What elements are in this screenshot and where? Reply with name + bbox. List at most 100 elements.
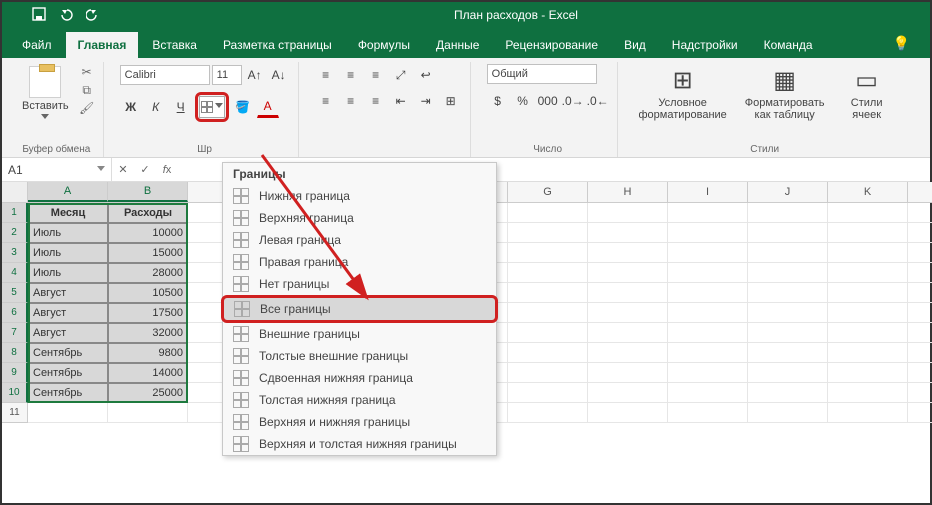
- cell[interactable]: [588, 403, 668, 423]
- cell[interactable]: [668, 303, 748, 323]
- cell[interactable]: 10000: [108, 223, 188, 243]
- cell[interactable]: [748, 303, 828, 323]
- border-menu-item[interactable]: Толстая нижняя граница: [223, 389, 496, 411]
- cell[interactable]: 15000: [108, 243, 188, 263]
- tab-layout[interactable]: Разметка страницы: [211, 32, 344, 58]
- row-header[interactable]: 6: [2, 303, 28, 323]
- cell[interactable]: [748, 223, 828, 243]
- cell[interactable]: Сентябрь: [28, 383, 108, 403]
- fill-color-button[interactable]: 🪣: [232, 96, 254, 118]
- cell[interactable]: [668, 283, 748, 303]
- cell[interactable]: [588, 363, 668, 383]
- help-icon[interactable]: 💡: [881, 29, 922, 58]
- name-box[interactable]: A1: [2, 158, 112, 181]
- borders-button[interactable]: [199, 96, 225, 118]
- row-header[interactable]: 3: [2, 243, 28, 263]
- cell[interactable]: [508, 303, 588, 323]
- cell[interactable]: [908, 223, 932, 243]
- row-header[interactable]: 8: [2, 343, 28, 363]
- confirm-icon[interactable]: ✓: [134, 163, 156, 176]
- cell[interactable]: [508, 363, 588, 383]
- cell[interactable]: 32000: [108, 323, 188, 343]
- cell[interactable]: Месяц: [28, 203, 108, 223]
- cell[interactable]: [908, 343, 932, 363]
- percent-icon[interactable]: %: [512, 90, 534, 112]
- cell[interactable]: [508, 243, 588, 263]
- row-header[interactable]: 1: [2, 203, 28, 223]
- cell[interactable]: [748, 383, 828, 403]
- cell[interactable]: [588, 303, 668, 323]
- cell-styles-button[interactable]: ▭ Стили ячеек: [838, 64, 896, 123]
- cell[interactable]: [908, 323, 932, 343]
- cell[interactable]: [828, 243, 908, 263]
- decrease-font-icon[interactable]: A↓: [268, 64, 290, 86]
- undo-icon[interactable]: [58, 7, 74, 24]
- border-menu-item[interactable]: Сдвоенная нижняя граница: [223, 367, 496, 389]
- cell[interactable]: [908, 203, 932, 223]
- cell[interactable]: [828, 283, 908, 303]
- tab-insert[interactable]: Вставка: [140, 32, 209, 58]
- cell[interactable]: [28, 403, 108, 423]
- font-size-combo[interactable]: 11: [212, 65, 242, 85]
- cell[interactable]: [828, 403, 908, 423]
- cell[interactable]: Сентябрь: [28, 343, 108, 363]
- copy-icon[interactable]: ⧉: [79, 82, 95, 98]
- cell[interactable]: [668, 383, 748, 403]
- cell[interactable]: [588, 223, 668, 243]
- underline-button[interactable]: Ч: [170, 96, 192, 118]
- cell[interactable]: [508, 403, 588, 423]
- cell[interactable]: Август: [28, 303, 108, 323]
- row-header[interactable]: 5: [2, 283, 28, 303]
- cell[interactable]: 9800: [108, 343, 188, 363]
- border-menu-item[interactable]: Нижняя граница: [223, 185, 496, 207]
- cell[interactable]: [828, 263, 908, 283]
- bold-button[interactable]: Ж: [120, 96, 142, 118]
- cell[interactable]: [828, 223, 908, 243]
- cell[interactable]: [588, 283, 668, 303]
- decrease-decimal-icon[interactable]: .0←: [587, 90, 609, 112]
- font-color-button[interactable]: A: [257, 96, 279, 118]
- cell[interactable]: [508, 323, 588, 343]
- cell[interactable]: [508, 383, 588, 403]
- orientation-icon[interactable]: ⤢: [390, 64, 412, 86]
- col-header[interactable]: B: [108, 182, 188, 202]
- number-format-combo[interactable]: Общий: [487, 64, 597, 84]
- font-name-combo[interactable]: Calibri: [120, 65, 210, 85]
- cell[interactable]: [108, 403, 188, 423]
- border-menu-item[interactable]: Внешние границы: [223, 323, 496, 345]
- indent-increase-icon[interactable]: ⇥: [415, 90, 437, 112]
- cut-icon[interactable]: ✂: [79, 64, 95, 80]
- cell[interactable]: [508, 283, 588, 303]
- cell[interactable]: 25000: [108, 383, 188, 403]
- cell[interactable]: [668, 243, 748, 263]
- cell[interactable]: Июль: [28, 223, 108, 243]
- col-header[interactable]: J: [748, 182, 828, 202]
- cell[interactable]: [828, 303, 908, 323]
- cell[interactable]: [748, 363, 828, 383]
- cell[interactable]: [508, 223, 588, 243]
- cell[interactable]: [748, 243, 828, 263]
- increase-font-icon[interactable]: A↑: [244, 64, 266, 86]
- select-all-corner[interactable]: [2, 182, 28, 202]
- cell[interactable]: Июль: [28, 263, 108, 283]
- cell[interactable]: 10500: [108, 283, 188, 303]
- merge-icon[interactable]: ⊞: [440, 90, 462, 112]
- cell[interactable]: [828, 383, 908, 403]
- cell[interactable]: [588, 203, 668, 223]
- cell[interactable]: [908, 383, 932, 403]
- cell[interactable]: [748, 323, 828, 343]
- cell[interactable]: 17500: [108, 303, 188, 323]
- tab-team[interactable]: Команда: [752, 32, 825, 58]
- border-menu-item[interactable]: Левая граница: [223, 229, 496, 251]
- cell[interactable]: [748, 283, 828, 303]
- cell[interactable]: Август: [28, 283, 108, 303]
- cell[interactable]: [908, 263, 932, 283]
- tab-file[interactable]: Файл: [10, 32, 64, 58]
- align-center-icon[interactable]: ≡: [340, 90, 362, 112]
- format-painter-icon[interactable]: 🖌: [79, 100, 95, 116]
- cell[interactable]: [908, 303, 932, 323]
- cell[interactable]: [828, 343, 908, 363]
- cell[interactable]: [908, 363, 932, 383]
- border-menu-item[interactable]: Толстые внешние границы: [223, 345, 496, 367]
- border-menu-item[interactable]: Все границы: [221, 295, 498, 323]
